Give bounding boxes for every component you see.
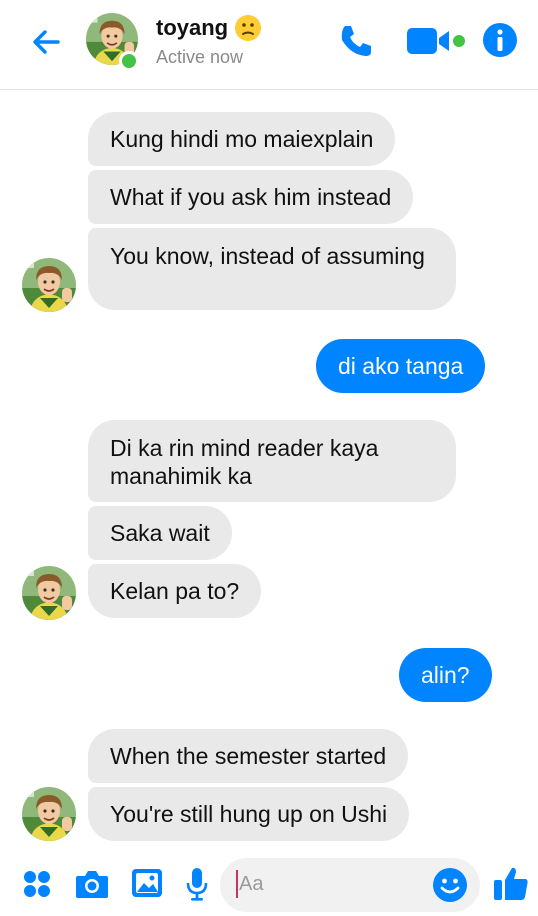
phone-icon[interactable]	[335, 20, 377, 62]
back-arrow-icon[interactable]	[26, 22, 66, 62]
message-bubble[interactable]: Kelan pa to?	[88, 564, 262, 618]
message-bubble[interactable]: You know, instead of assuming	[88, 228, 456, 310]
thumbs-up-icon[interactable]	[492, 864, 530, 902]
message-bubble-sent[interactable]: alin?	[399, 648, 492, 702]
message-bubble[interactable]: You're still hung up on Ushi	[88, 787, 410, 841]
message-bubble[interactable]: Kung hindi mo maiexplain	[88, 112, 396, 166]
message-bubble[interactable]: When the semester started	[88, 729, 409, 783]
info-icon[interactable]	[481, 21, 519, 59]
apps-icon[interactable]	[22, 869, 52, 899]
video-camera-icon[interactable]	[405, 24, 469, 58]
contact-name[interactable]: toyang	[156, 14, 262, 42]
message-bubble[interactable]: Di ka rin mind reader kaya manahimik ka	[88, 420, 456, 502]
gallery-icon[interactable]	[130, 866, 164, 900]
confused-face-emoji-icon	[235, 15, 262, 41]
microphone-icon[interactable]	[184, 866, 210, 902]
text-cursor	[236, 870, 238, 898]
online-indicator	[119, 51, 139, 71]
chat-header: toyang Active now	[0, 0, 538, 90]
message-input-placeholder: Aa	[239, 873, 264, 895]
contact-avatar[interactable]	[22, 566, 76, 620]
message-bubble[interactable]: Saka wait	[88, 506, 232, 560]
contact-avatar[interactable]	[22, 258, 76, 312]
camera-icon[interactable]	[74, 868, 110, 900]
message-bubble-sent[interactable]: di ako tanga	[316, 339, 486, 393]
message-bubble[interactable]: What if you ask him instead	[88, 170, 414, 224]
emoji-icon[interactable]	[431, 866, 469, 904]
contact-avatar[interactable]	[22, 787, 76, 841]
active-status: Active now	[156, 47, 244, 67]
